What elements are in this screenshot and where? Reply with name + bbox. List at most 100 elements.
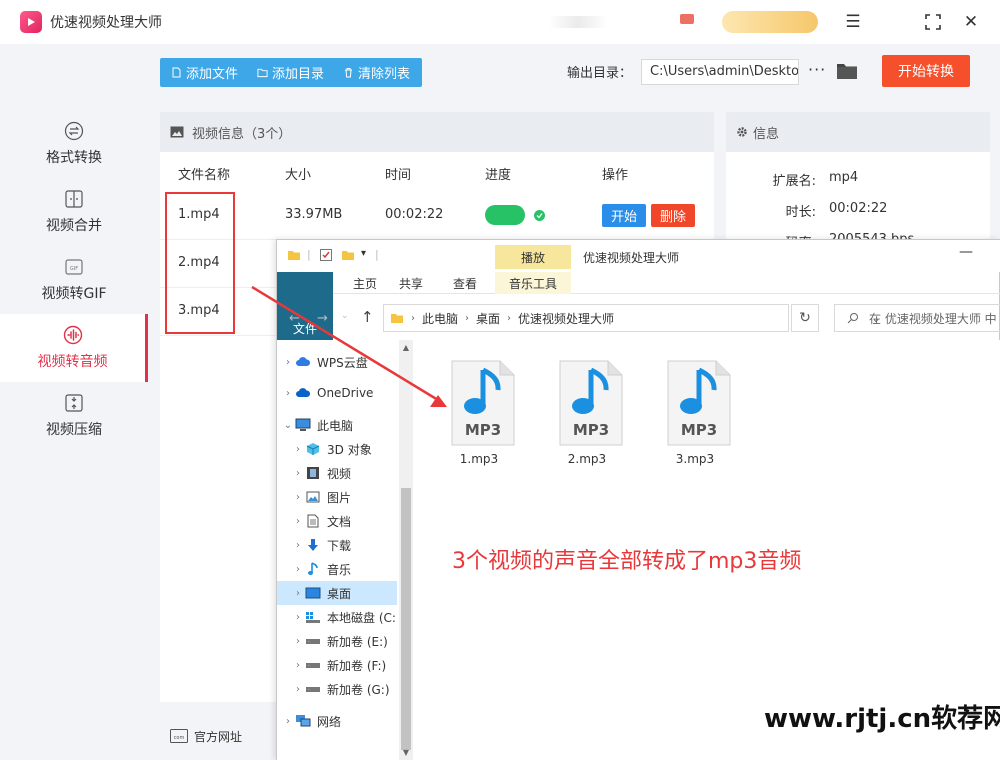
chevron-icon[interactable]: › (291, 468, 305, 479)
nav-item-volume-f[interactable]: › 新加卷 (F:) (277, 653, 397, 677)
breadcrumb-item[interactable]: 桌面 (476, 310, 500, 327)
nav-item-desktop[interactable]: › 桌面 (277, 581, 397, 605)
file-item[interactable]: MP3 3.mp3 (655, 350, 735, 466)
network-icon (295, 714, 311, 728)
chevron-icon[interactable]: › (291, 444, 305, 455)
add-folder-button[interactable]: 添加目录 (246, 58, 332, 87)
chevron-icon[interactable]: › (291, 540, 305, 551)
play-context-tab[interactable]: 播放 (495, 245, 571, 269)
chevron-icon[interactable]: › (281, 716, 295, 727)
notification-icon[interactable] (680, 14, 694, 24)
chevron-icon[interactable]: › (291, 612, 305, 623)
scroll-down-icon[interactable]: ▼ (399, 745, 413, 760)
nav-item-downloads[interactable]: › 下载 (277, 533, 397, 557)
address-bar[interactable]: › 此电脑 › 桌面 › 优速视频处理大师 ⌄ (383, 304, 881, 332)
cube-icon (305, 442, 321, 456)
scroll-up-icon[interactable]: ▲ (399, 340, 413, 356)
official-website-link[interactable]: com 官方网址 (148, 712, 278, 760)
mp3-file-icon: MP3 (667, 360, 731, 446)
sidebar-item-video-to-audio[interactable]: 视频转音频 (0, 314, 148, 382)
output-path-field[interactable]: C:\Users\admin\Desktop (641, 59, 799, 85)
sidebar-item-video-to-gif[interactable]: GIF 视频转GIF (0, 246, 148, 314)
folder-icon[interactable] (287, 248, 301, 262)
recent-dropdown-icon[interactable]: ⌄ (341, 311, 349, 321)
sidebar-item-video-compress[interactable]: 视频压缩 (0, 382, 148, 450)
sidebar-item-label: 视频转GIF (41, 286, 107, 302)
table-row[interactable]: 1.mp4 33.97MB 00:02:22 开始 删除 (160, 192, 714, 240)
minimize-icon[interactable]: — (959, 244, 973, 260)
chevron-icon[interactable]: › (281, 357, 295, 368)
column-header: 文件名称 (178, 168, 231, 183)
app-title: 优速视频处理大师 (50, 15, 162, 31)
file-item[interactable]: MP3 2.mp3 (547, 350, 627, 466)
back-arrow-icon[interactable]: ← (289, 311, 300, 326)
file-item[interactable]: MP3 1.mp3 (439, 350, 519, 466)
file-explorer-window: | ▾ | 播放 优速视频处理大师 — 文件 主页 共享 查看 音乐工具 ← →… (276, 239, 1000, 760)
info-value: 00:02:22 (829, 201, 888, 216)
quick-access-dropdown-icon[interactable]: ▾ (361, 248, 366, 259)
folder-icon (257, 68, 268, 78)
maximize-icon[interactable] (922, 11, 944, 33)
progress-bar (485, 205, 525, 225)
nav-item-volume-e[interactable]: › 新加卷 (E:) (277, 629, 397, 653)
nav-item-videos[interactable]: › 视频 (277, 461, 397, 485)
nav-item-wps[interactable]: › WPS云盘 (277, 350, 397, 374)
search-placeholder: 在 优速视频处理大师 中 (869, 311, 997, 326)
watermark: www.rjtj.cn软荐网 (764, 704, 1000, 734)
refresh-button[interactable]: ↻ (791, 304, 819, 332)
chevron-right-icon: › (507, 312, 512, 324)
chevron-icon[interactable]: › (291, 492, 305, 503)
sidebar-item-video-merge[interactable]: 视频合并 (0, 178, 148, 246)
explorer-window-title: 优速视频处理大师 (583, 251, 680, 265)
nav-item-network[interactable]: › 网络 (277, 709, 397, 733)
windows-drive-icon (305, 610, 321, 624)
properties-icon[interactable] (319, 248, 333, 262)
start-button[interactable]: 开始 (602, 204, 646, 227)
nav-item-onedrive[interactable]: › OneDrive (277, 381, 397, 405)
tab-music-tools[interactable]: 音乐工具 (495, 272, 571, 294)
chevron-icon[interactable]: › (291, 684, 305, 695)
music-note-icon (305, 562, 321, 576)
chevron-icon[interactable]: › (291, 564, 305, 575)
chevron-right-icon: › (465, 312, 470, 324)
delete-button[interactable]: 删除 (651, 204, 695, 227)
chevron-icon[interactable]: › (281, 388, 295, 399)
sidebar-item-format-convert[interactable]: 格式转换 (0, 110, 148, 178)
forward-arrow-icon[interactable]: → (317, 311, 328, 326)
start-convert-button[interactable]: 开始转换 (882, 55, 970, 87)
nav-label: 文档 (327, 514, 352, 529)
nav-item-music[interactable]: › 音乐 (277, 557, 397, 581)
divider: | (307, 248, 311, 261)
nav-label: 本地磁盘 (C: (327, 610, 396, 625)
nav-item-3d-objects[interactable]: › 3D 对象 (277, 437, 397, 461)
add-file-button[interactable]: 添加文件 (160, 58, 246, 87)
chevron-icon[interactable]: ⌄ (281, 420, 295, 431)
nav-scroll-thumb[interactable] (401, 488, 411, 750)
breadcrumb-item[interactable]: 优速视频处理大师 (518, 310, 614, 327)
chevron-icon[interactable]: › (291, 660, 305, 671)
tab-share[interactable]: 共享 (391, 272, 431, 294)
nav-item-documents[interactable]: › 文档 (277, 509, 397, 533)
up-arrow-icon[interactable]: ↑ (361, 308, 374, 326)
new-folder-icon[interactable] (341, 248, 355, 262)
search-field[interactable]: 在 优速视频处理大师 中 (834, 304, 1000, 332)
clear-list-button[interactable]: 清除列表 (332, 58, 418, 87)
clear-list-label: 清除列表 (358, 67, 411, 82)
tab-home[interactable]: 主页 (341, 272, 389, 294)
menu-icon[interactable]: ☰ (842, 11, 864, 33)
nav-item-this-pc[interactable]: ⌄ 此电脑 (277, 413, 397, 437)
nav-item-local-disk-c[interactable]: › 本地磁盘 (C: (277, 605, 397, 629)
column-header: 时间 (385, 168, 412, 183)
open-folder-icon[interactable] (836, 60, 858, 82)
more-options-button[interactable]: ··· (808, 60, 826, 79)
chevron-icon[interactable]: › (291, 516, 305, 527)
chevron-icon[interactable]: › (291, 636, 305, 647)
breadcrumb-item[interactable]: 此电脑 (422, 310, 458, 327)
close-icon[interactable]: ✕ (960, 11, 982, 33)
nav-item-volume-g[interactable]: › 新加卷 (G:) (277, 677, 397, 701)
svg-text:com: com (174, 735, 185, 741)
vip-badge[interactable] (722, 11, 818, 33)
nav-item-pictures[interactable]: › 图片 (277, 485, 397, 509)
tab-view[interactable]: 查看 (443, 272, 487, 294)
chevron-icon[interactable]: › (291, 588, 305, 599)
